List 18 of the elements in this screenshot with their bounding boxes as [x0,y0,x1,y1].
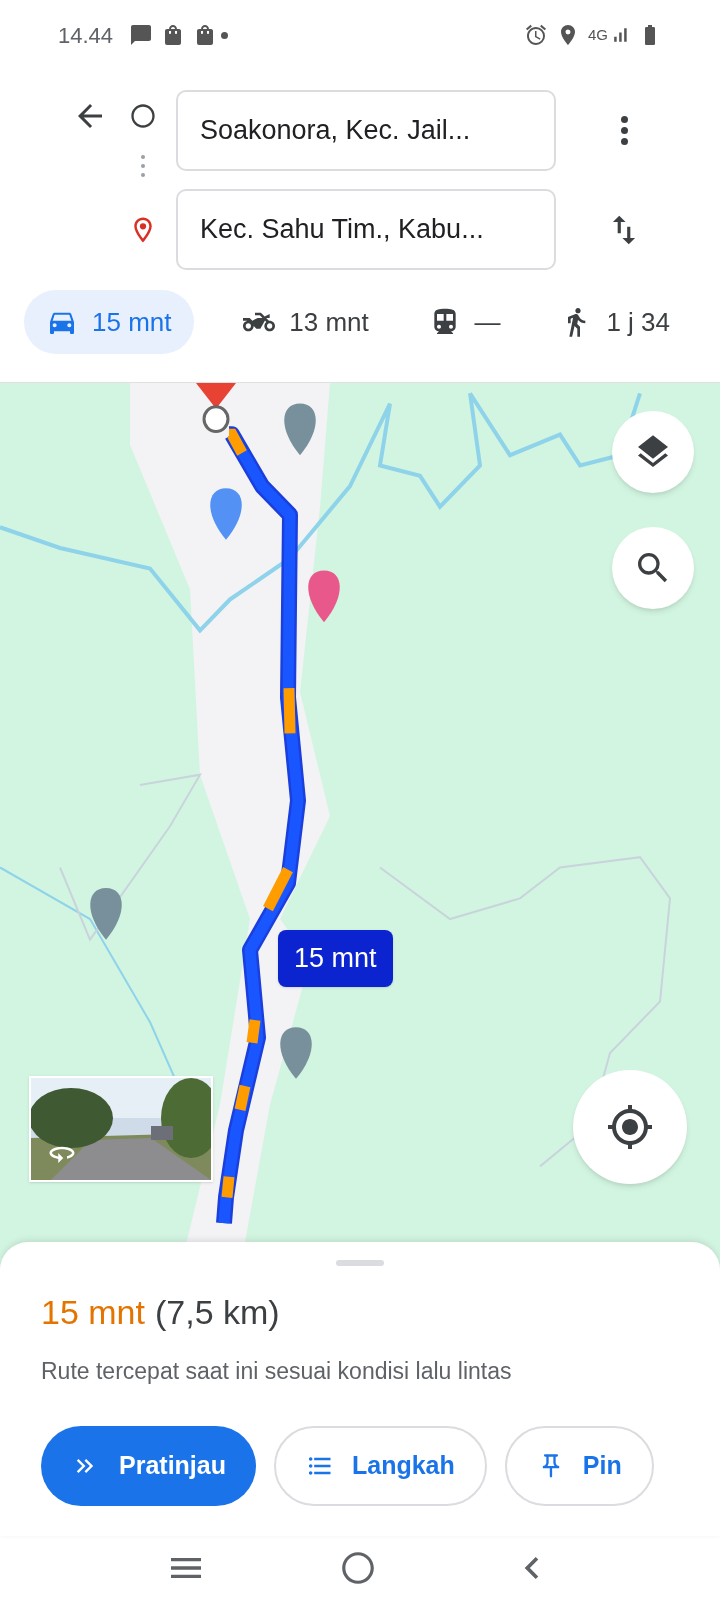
destination-field[interactable]: Kec. Sahu Tim., Kabu... [176,189,556,270]
travel-mode-tab[interactable]: — [418,290,511,354]
route-distance: (7,5 km) [154,1291,280,1332]
route-action-button[interactable]: Langkah [274,1426,487,1506]
route-action-button[interactable]: Pratinjau [41,1426,256,1506]
origin-field[interactable]: Soakonora, Kec. Jail... [176,90,556,171]
clock-time: 14.44 [58,21,114,50]
travel-mode-tab[interactable]: 15 mnt [24,290,194,354]
chat-bubble-icon [129,23,154,47]
network-type: 4G [588,24,608,45]
alarm-icon [524,23,548,47]
home-button[interactable] [339,1549,377,1587]
route-action-button[interactable]: Pin [504,1426,654,1506]
route-description: Rute tercepat saat ini sesuai kondisi lalu lintas [41,1356,513,1386]
travel-mode-tab[interactable]: 13 mnt [233,290,379,354]
more-options-icon [620,116,628,145]
travel-mode-tab[interactable]: 1 j 34 [550,290,680,354]
route-duration: 15 mnt [41,1291,145,1332]
